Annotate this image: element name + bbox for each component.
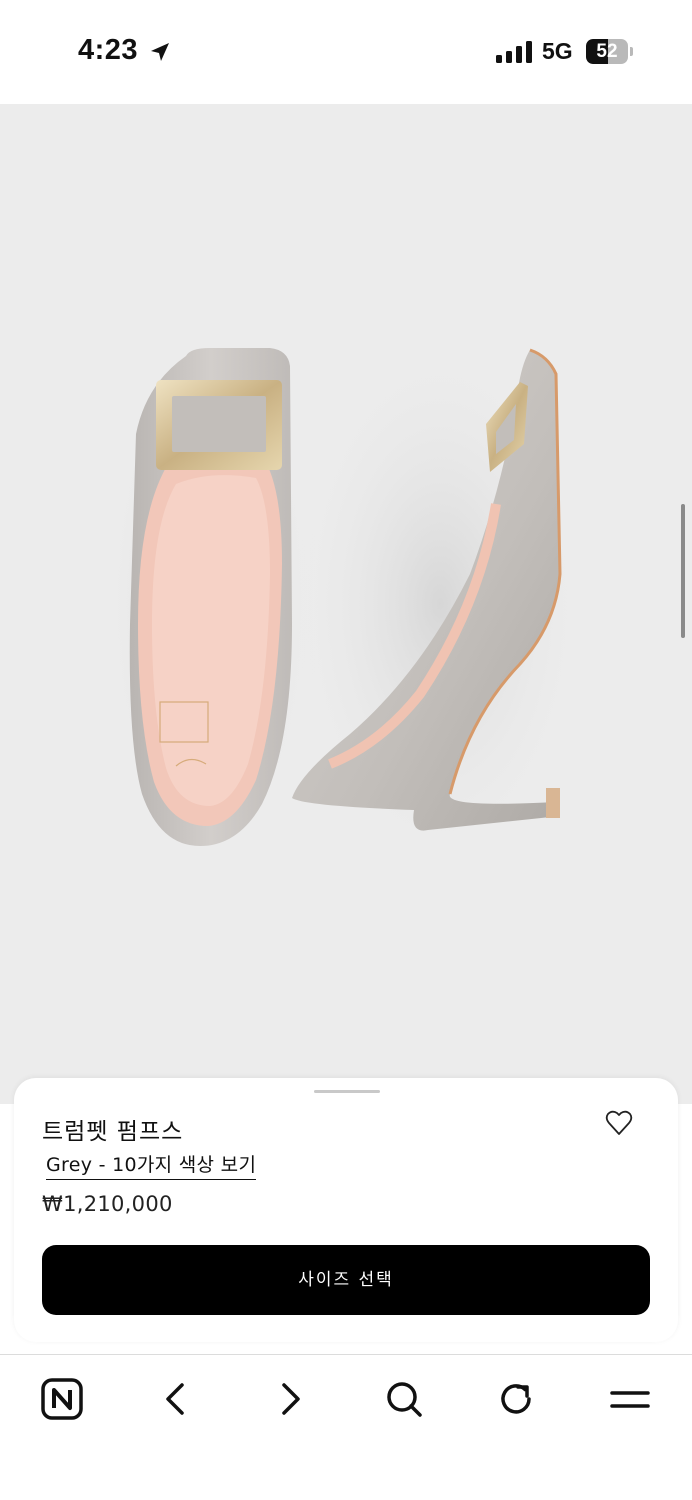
- network-type: 5G: [542, 38, 573, 64]
- forward-button[interactable]: [266, 1375, 314, 1423]
- search-button[interactable]: [380, 1375, 428, 1423]
- forward-chevron-icon: [282, 1383, 300, 1415]
- product-image[interactable]: [0, 104, 692, 1104]
- left-shoe: [129, 348, 292, 846]
- cell-signal-icon: [496, 41, 532, 63]
- product-info-sheet: 트럼펫 펌프스 Grey - 10가지 색상 보기 ₩1,210,000 사이즈…: [14, 1078, 678, 1342]
- menu-icon: [610, 1391, 650, 1408]
- back-button[interactable]: [152, 1375, 200, 1423]
- product-name: 트럼펫 펌프스: [42, 1119, 184, 1145]
- naver-n-icon: [41, 1378, 83, 1420]
- search-icon: [387, 1382, 422, 1417]
- color-options-link[interactable]: Grey - 10가지 색상 보기: [46, 1150, 257, 1180]
- browser-toolbar: [0, 1354, 692, 1500]
- battery-icon: 52: [586, 39, 628, 64]
- status-time: 4:23: [78, 34, 139, 66]
- back-chevron-icon: [166, 1383, 184, 1415]
- product-price: ₩1,210,000: [42, 1192, 173, 1216]
- sheet-drag-handle[interactable]: [314, 1090, 380, 1093]
- battery-tip: [630, 47, 633, 56]
- shoe-illustration: [100, 324, 590, 884]
- location-arrow-icon: [151, 43, 169, 61]
- select-size-button[interactable]: 사이즈 선택: [42, 1245, 650, 1315]
- status-bar: 4:23 5G 52: [0, 0, 692, 104]
- scroll-indicator[interactable]: [681, 504, 685, 638]
- menu-button[interactable]: [606, 1375, 654, 1423]
- heart-outline-icon[interactable]: [604, 1108, 634, 1138]
- reload-button[interactable]: [492, 1375, 540, 1423]
- reload-icon: [501, 1384, 531, 1414]
- battery-percent: 52: [596, 41, 618, 62]
- naver-home-button[interactable]: [38, 1375, 86, 1423]
